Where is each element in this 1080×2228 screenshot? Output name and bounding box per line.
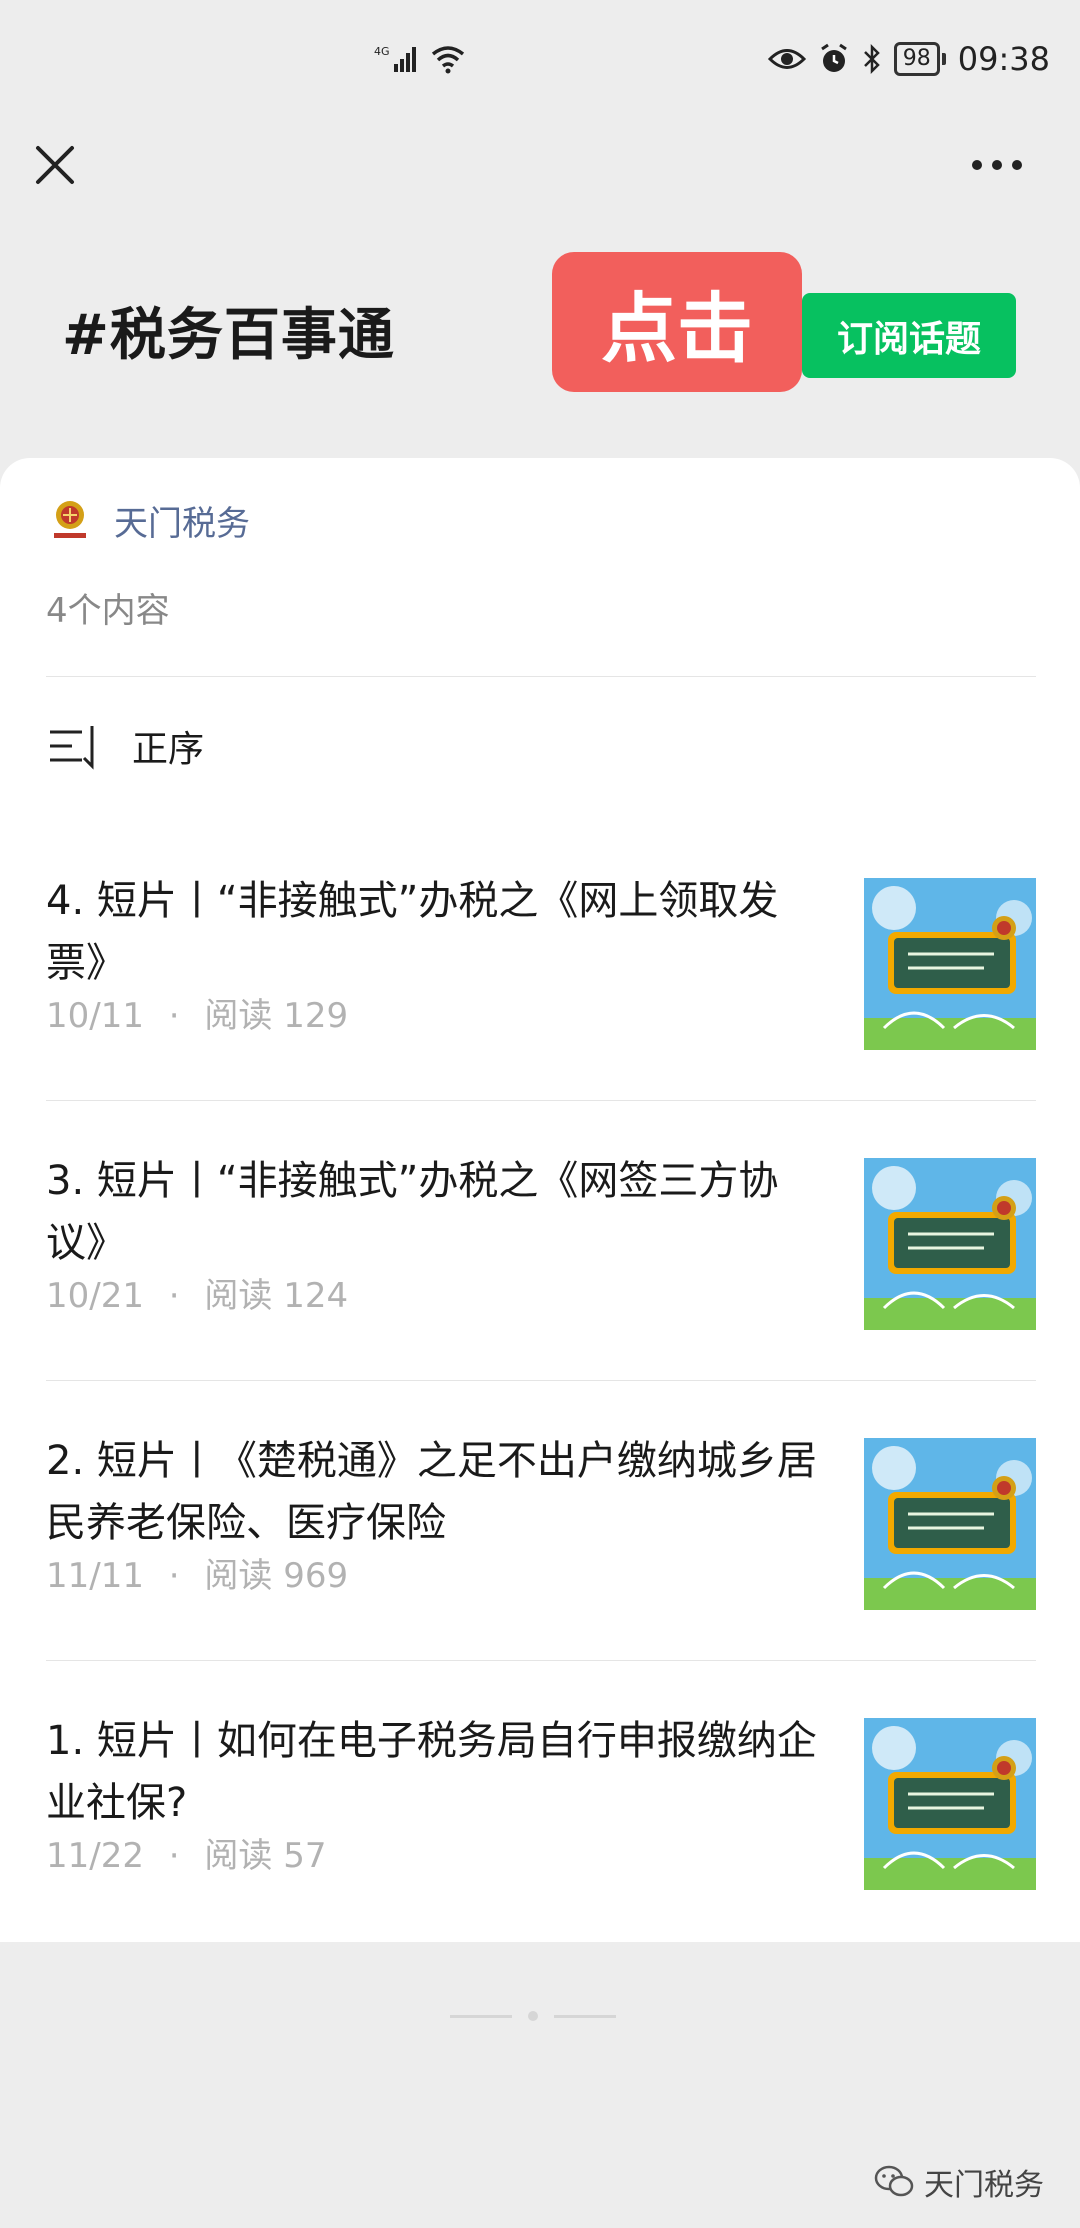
meta-separator: · bbox=[168, 1276, 180, 1316]
article-meta: 10/11 · 阅读 129 bbox=[46, 988, 348, 1037]
article-item[interactable]: 3. 短片丨“非接触式”办税之《网签三方协议》 10/21 · 阅读 124 bbox=[0, 1110, 1080, 1390]
topic-title: #税务百事通 bbox=[62, 303, 395, 368]
article-meta: 10/21 · 阅读 124 bbox=[46, 1268, 348, 1317]
article-date: 10/11 bbox=[46, 996, 144, 1036]
account-name[interactable]: 天门税务 bbox=[114, 496, 250, 545]
meta-separator: · bbox=[168, 996, 180, 1036]
more-icon bbox=[972, 160, 982, 170]
more-button[interactable] bbox=[972, 150, 1032, 180]
status-right: 98 09:38 bbox=[767, 40, 1050, 78]
article-item[interactable]: 1. 短片丨如何在电子税务局自行申报缴纳企业社保? 11/22 · 阅读 57 bbox=[0, 1670, 1080, 1950]
network-indicators: 4G bbox=[374, 44, 466, 74]
article-reads: 阅读 124 bbox=[204, 1276, 349, 1316]
article-thumbnail[interactable] bbox=[864, 1718, 1036, 1890]
sort-label: 正序 bbox=[132, 729, 205, 770]
eye-icon bbox=[767, 49, 806, 69]
article-date: 11/11 bbox=[46, 1556, 144, 1596]
close-button[interactable] bbox=[32, 142, 78, 188]
article-meta: 11/22 · 阅读 57 bbox=[46, 1828, 327, 1877]
divider bbox=[46, 676, 1036, 677]
subscribe-topic-button[interactable]: 订阅话题 bbox=[802, 293, 1016, 378]
wechat-watermark: 天门税务 bbox=[874, 2160, 1044, 2204]
sort-icon bbox=[50, 726, 94, 770]
article-thumbnail[interactable] bbox=[864, 1158, 1036, 1330]
signal-icon: 4G bbox=[374, 45, 416, 72]
article-date: 10/21 bbox=[46, 1276, 144, 1316]
meta-separator: · bbox=[168, 1836, 180, 1876]
thumbnail-image bbox=[864, 878, 1036, 1050]
article-reads: 阅读 57 bbox=[204, 1836, 327, 1876]
content-card: 天门税务 4个内容 正序 4. 短片丨“非接触式”办税之《网上领取发票》 10/… bbox=[0, 458, 1080, 1942]
content-count: 4个内容 bbox=[46, 591, 170, 631]
thumbnail-image bbox=[864, 1158, 1036, 1330]
article-date: 11/22 bbox=[46, 1836, 144, 1876]
network-type-label: 4G bbox=[374, 45, 390, 58]
divider bbox=[46, 1660, 1036, 1661]
close-icon bbox=[36, 146, 74, 184]
battery-level: 98 bbox=[893, 42, 940, 76]
clock: 09:38 bbox=[957, 40, 1050, 78]
wechat-icon bbox=[874, 2165, 914, 2197]
battery-icon: 98 bbox=[893, 42, 946, 76]
wifi-icon bbox=[431, 46, 465, 74]
meta-separator: · bbox=[168, 1556, 180, 1596]
article-thumbnail[interactable] bbox=[864, 878, 1036, 1050]
bluetooth-icon bbox=[863, 43, 880, 75]
article-reads: 阅读 129 bbox=[204, 996, 349, 1036]
divider bbox=[46, 1380, 1036, 1381]
article-title[interactable]: 3. 短片丨“非接触式”办税之《网签三方协议》 bbox=[46, 1150, 836, 1274]
sort-toggle[interactable]: 正序 bbox=[48, 720, 204, 772]
alarm-icon bbox=[820, 43, 847, 72]
page-indicator bbox=[450, 2011, 616, 2021]
article-item[interactable]: 4. 短片丨“非接触式”办税之《网上领取发票》 10/11 · 阅读 129 bbox=[0, 830, 1080, 1110]
article-meta: 11/11 · 阅读 969 bbox=[46, 1548, 348, 1597]
watermark-label: 天门税务 bbox=[924, 2168, 1044, 2203]
article-title[interactable]: 1. 短片丨如何在电子税务局自行申报缴纳企业社保? bbox=[46, 1710, 836, 1834]
article-title[interactable]: 4. 短片丨“非接触式”办税之《网上领取发票》 bbox=[46, 870, 836, 994]
article-thumbnail[interactable] bbox=[864, 1438, 1036, 1610]
tax-emblem-icon bbox=[54, 500, 86, 538]
thumbnail-image bbox=[864, 1718, 1036, 1890]
article-title[interactable]: 2. 短片丨《楚税通》之足不出户缴纳城乡居民养老保险、医疗保险 bbox=[46, 1430, 836, 1554]
thumbnail-image bbox=[864, 1438, 1036, 1610]
article-item[interactable]: 2. 短片丨《楚税通》之足不出户缴纳城乡居民养老保险、医疗保险 11/11 · … bbox=[0, 1390, 1080, 1670]
account-row[interactable]: 天门税务 bbox=[46, 496, 250, 545]
divider bbox=[46, 1100, 1036, 1101]
status-bar: 4G 98 09:38 bbox=[0, 0, 1080, 120]
click-hint-overlay: 点击 bbox=[552, 252, 802, 392]
article-reads: 阅读 969 bbox=[204, 1556, 349, 1596]
